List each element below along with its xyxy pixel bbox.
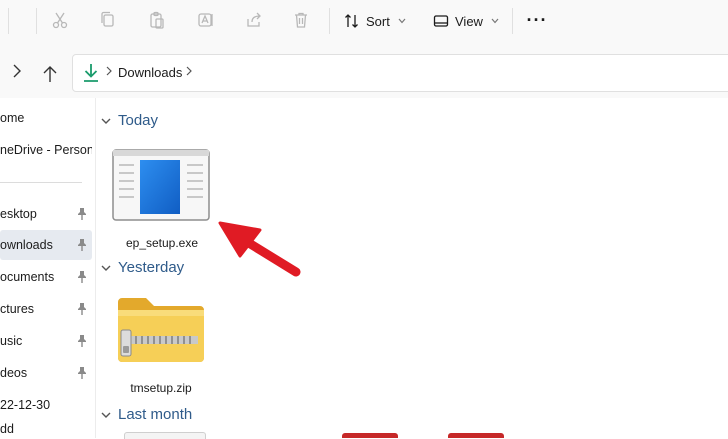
download-icon — [82, 63, 100, 83]
up-arrow-icon[interactable] — [40, 62, 60, 86]
group-header-today[interactable]: Today — [100, 112, 158, 129]
file-name-label: ep_setup.exe — [125, 236, 199, 250]
chevron-down-icon — [101, 118, 111, 124]
chevron-down-icon — [398, 16, 406, 26]
sidebar-divider — [0, 182, 82, 183]
sidebar-item-pictures[interactable]: ctures — [0, 294, 92, 324]
breadcrumb-chevron-icon[interactable] — [186, 64, 192, 79]
file-thumbnail[interactable] — [448, 433, 504, 438]
toolbar-divider — [329, 8, 330, 34]
sidebar-item-onedrive[interactable]: neDrive - Persona — [0, 135, 92, 165]
copy-icon[interactable] — [96, 9, 120, 31]
group-header-last-month[interactable]: Last month — [100, 406, 192, 423]
group-header-yesterday[interactable]: Yesterday — [100, 259, 184, 276]
view-button[interactable]: View — [433, 8, 499, 34]
sidebar-item-home[interactable]: ome — [0, 103, 92, 133]
file-name-label: tmsetup.zip — [130, 381, 192, 395]
pin-icon — [78, 303, 86, 315]
pin-icon — [78, 335, 86, 347]
toolbar-divider — [8, 8, 9, 34]
navigation-pane: ome neDrive - Persona esktop ownloads oc… — [0, 98, 96, 438]
sort-label: Sort — [366, 13, 390, 29]
share-icon[interactable] — [242, 9, 266, 31]
sort-button[interactable]: Sort — [344, 8, 406, 34]
group-label: Today — [118, 112, 159, 129]
chevron-down-icon — [101, 412, 111, 418]
group-label: Yesterday — [118, 259, 185, 276]
view-label: View — [455, 13, 483, 29]
file-thumbnail[interactable] — [342, 433, 398, 438]
breadcrumb-chevron-icon — [106, 64, 112, 79]
file-ep-setup-exe[interactable] — [112, 149, 210, 221]
sidebar-item-videos[interactable]: deos — [0, 358, 92, 388]
forward-chevron-icon[interactable] — [12, 64, 22, 83]
zip-folder-icon — [118, 298, 204, 362]
command-bar: Sort View ··· — [0, 0, 728, 42]
sidebar-item-folder[interactable]: dd — [0, 422, 92, 438]
sidebar-item-music[interactable]: usic — [0, 326, 92, 356]
rename-icon[interactable] — [194, 9, 218, 31]
sidebar-item-folder-2022-12-30[interactable]: 22-12-30 — [0, 390, 92, 420]
sidebar-item-documents[interactable]: ocuments — [0, 262, 92, 292]
sort-icon — [345, 14, 358, 28]
pin-icon — [78, 208, 86, 220]
toolbar-divider — [36, 8, 37, 34]
pin-icon — [78, 271, 86, 283]
sidebar-item-desktop[interactable]: esktop — [0, 199, 92, 229]
chevron-down-icon — [101, 265, 111, 271]
executable-file-icon — [112, 149, 210, 221]
annotation-arrow-icon — [216, 218, 302, 278]
cut-icon[interactable] — [48, 9, 72, 31]
pin-icon — [78, 367, 86, 379]
delete-icon[interactable] — [289, 9, 313, 31]
file-tmsetup-zip[interactable] — [116, 296, 206, 366]
chevron-down-icon — [491, 16, 499, 26]
sidebar-item-downloads[interactable]: ownloads — [0, 230, 92, 260]
toolbar-divider — [512, 8, 513, 34]
more-options-button[interactable]: ··· — [526, 8, 548, 32]
view-icon — [433, 15, 449, 27]
pin-icon — [78, 239, 86, 251]
paste-icon[interactable] — [145, 9, 169, 31]
group-label: Last month — [118, 406, 193, 423]
breadcrumb-downloads[interactable]: Downloads — [118, 65, 182, 80]
